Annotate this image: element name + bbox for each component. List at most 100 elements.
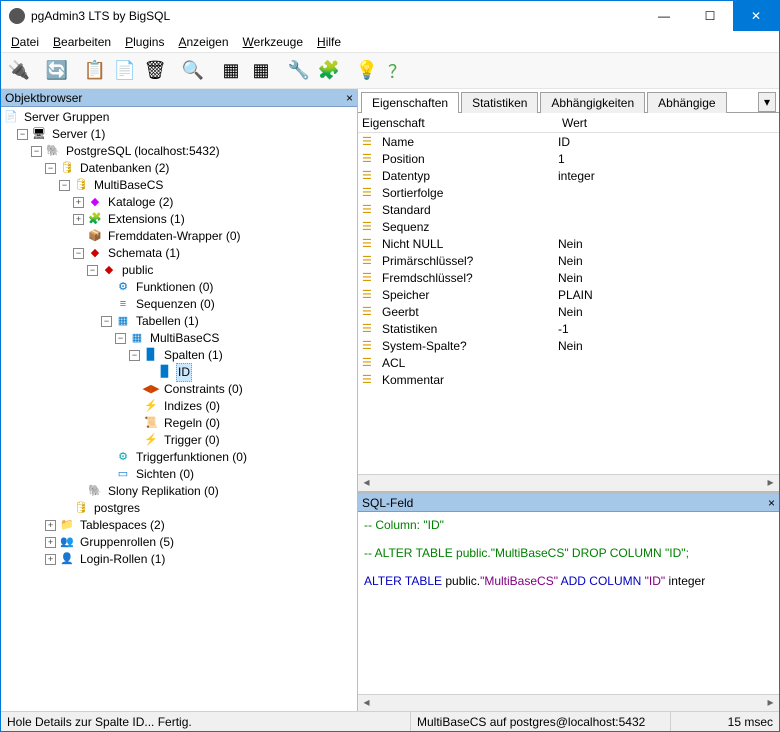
sql-horizontal-scrollbar[interactable]: ◂▸: [358, 694, 779, 711]
property-name: Nicht NULL: [382, 237, 558, 251]
columns-icon: ▉: [143, 349, 159, 363]
tree-databases[interactable]: Datenbanken (2): [78, 160, 171, 177]
expand-toggle[interactable]: −: [129, 350, 140, 361]
tab-menu-icon[interactable]: ▾: [758, 92, 776, 112]
expand-toggle[interactable]: −: [87, 265, 98, 276]
tab-statistiken[interactable]: Statistiken: [461, 92, 538, 113]
expand-toggle[interactable]: +: [73, 214, 84, 225]
help-icon[interactable]: ？: [383, 57, 411, 85]
tree-extensions[interactable]: Extensions (1): [106, 211, 187, 228]
property-row[interactable]: ☰Nicht NULLNein: [358, 235, 779, 252]
object-browser-close-icon[interactable]: ×: [346, 91, 353, 105]
property-grid[interactable]: ☰NameID☰Position1☰Datentypinteger☰Sortie…: [358, 133, 779, 474]
menu-datei[interactable]: Datei: [5, 33, 45, 51]
menu-hilfe[interactable]: Hilfe: [311, 33, 347, 51]
database-icon: 🛢: [73, 179, 89, 193]
property-row[interactable]: ☰Fremdschlüssel?Nein: [358, 269, 779, 286]
properties-icon[interactable]: 📋: [81, 57, 109, 85]
tree-login-roles[interactable]: Login-Rollen (1): [78, 551, 167, 568]
tree-triggers[interactable]: Trigger (0): [162, 432, 222, 449]
menu-plugins[interactable]: Plugins: [119, 33, 170, 51]
property-icon: ☰: [362, 305, 378, 318]
property-icon: ☰: [362, 152, 378, 165]
menu-bearbeiten[interactable]: Bearbeiten: [47, 33, 117, 51]
property-row[interactable]: ☰Primärschlüssel?Nein: [358, 252, 779, 269]
property-row[interactable]: ☰Sortierfolge: [358, 184, 779, 201]
property-row[interactable]: ☰Kommentar: [358, 371, 779, 388]
sql-icon[interactable]: 🔍: [179, 57, 207, 85]
rules-icon: 📜: [143, 417, 159, 431]
object-browser-header: Objektbrowser ×: [1, 89, 357, 107]
expand-toggle[interactable]: −: [17, 129, 28, 140]
property-row[interactable]: ☰Sequenz: [358, 218, 779, 235]
tree-public[interactable]: public: [120, 262, 155, 279]
tree-db-multibasecs[interactable]: MultiBaseCS: [92, 177, 165, 194]
minimize-button[interactable]: —: [641, 1, 687, 31]
expand-toggle[interactable]: +: [73, 197, 84, 208]
maintenance-icon[interactable]: 🔧: [285, 57, 313, 85]
expand-toggle[interactable]: −: [73, 248, 84, 259]
tree-rules[interactable]: Regeln (0): [162, 415, 222, 432]
property-row[interactable]: ☰Datentypinteger: [358, 167, 779, 184]
connect-icon[interactable]: 🔌: [5, 57, 33, 85]
filter-icon[interactable]: ▦: [247, 57, 275, 85]
grid-icon[interactable]: ▦: [217, 57, 245, 85]
delete-icon[interactable]: 🗑: [141, 57, 169, 85]
tree-trigger-functions[interactable]: Triggerfunktionen (0): [134, 449, 249, 466]
refresh-icon[interactable]: 🔄: [43, 57, 71, 85]
tab-abhaengigkeiten[interactable]: Abhängigkeiten: [540, 92, 645, 113]
property-row[interactable]: ☰NameID: [358, 133, 779, 150]
property-row[interactable]: ☰Position1: [358, 150, 779, 167]
expand-toggle[interactable]: +: [45, 520, 56, 531]
sql-pane-close-icon[interactable]: ×: [768, 496, 775, 510]
horizontal-scrollbar[interactable]: ◂▸: [358, 474, 779, 491]
expand-toggle[interactable]: −: [59, 180, 70, 191]
tab-eigenschaften[interactable]: Eigenschaften: [361, 92, 459, 113]
tree-constraints[interactable]: Constraints (0): [162, 381, 245, 398]
plugins-icon[interactable]: 🧩: [315, 57, 343, 85]
property-row[interactable]: ☰SpeicherPLAIN: [358, 286, 779, 303]
tree-tables[interactable]: Tabellen (1): [134, 313, 201, 330]
tree-postgresql[interactable]: PostgreSQL (localhost:5432): [64, 143, 222, 160]
expand-toggle[interactable]: +: [45, 537, 56, 548]
expand-toggle[interactable]: −: [115, 333, 126, 344]
object-browser-tree[interactable]: 📄Server Gruppen −🖥Server (1) −🐘PostgreSQ…: [1, 107, 357, 711]
tree-catalogs[interactable]: Kataloge (2): [106, 194, 175, 211]
hint-icon[interactable]: 💡: [353, 57, 381, 85]
maximize-button[interactable]: ☐: [687, 1, 733, 31]
menu-anzeigen[interactable]: Anzeigen: [172, 33, 234, 51]
tree-tablespaces[interactable]: Tablespaces (2): [78, 517, 167, 534]
tree-views[interactable]: Sichten (0): [134, 466, 196, 483]
tab-abhaengige[interactable]: Abhängige: [647, 92, 726, 113]
tree-sequences[interactable]: Sequenzen (0): [134, 296, 217, 313]
tree-table-multibasecs[interactable]: MultiBaseCS: [148, 330, 221, 347]
sql-pane-header: SQL-Feld ×: [358, 494, 779, 512]
tree-fdw[interactable]: Fremddaten-Wrapper (0): [106, 228, 243, 245]
tree-column-id[interactable]: ID: [176, 363, 192, 382]
property-row[interactable]: ☰Standard: [358, 201, 779, 218]
status-message: Hole Details zur Spalte ID... Fertig.: [1, 712, 411, 731]
property-row[interactable]: ☰GeerbtNein: [358, 303, 779, 320]
property-row[interactable]: ☰ACL: [358, 354, 779, 371]
sql-editor[interactable]: -- Column: "ID" -- ALTER TABLE public."M…: [358, 512, 779, 694]
tree-db-postgres[interactable]: postgres: [92, 500, 142, 517]
expand-toggle[interactable]: −: [101, 316, 112, 327]
tree-group-roles[interactable]: Gruppenrollen (5): [78, 534, 176, 551]
property-value: integer: [558, 169, 779, 183]
tree-server[interactable]: Server (1): [50, 126, 107, 143]
tree-functions[interactable]: Funktionen (0): [134, 279, 215, 296]
tree-schemas[interactable]: Schemata (1): [106, 245, 182, 262]
expand-toggle[interactable]: −: [45, 163, 56, 174]
tree-indices[interactable]: Indizes (0): [162, 398, 222, 415]
constraints-icon: ◀▶: [143, 383, 159, 397]
expand-toggle[interactable]: +: [45, 554, 56, 565]
tree-columns[interactable]: Spalten (1): [162, 347, 225, 364]
property-row[interactable]: ☰System-Spalte?Nein: [358, 337, 779, 354]
menu-werkzeuge[interactable]: Werkzeuge: [237, 33, 309, 51]
tree-server-groups[interactable]: Server Gruppen: [22, 109, 111, 126]
expand-toggle[interactable]: −: [31, 146, 42, 157]
close-button[interactable]: ✕: [733, 1, 779, 31]
create-icon[interactable]: 📄: [111, 57, 139, 85]
property-row[interactable]: ☰Statistiken-1: [358, 320, 779, 337]
tree-slony[interactable]: Slony Replikation (0): [106, 483, 221, 500]
